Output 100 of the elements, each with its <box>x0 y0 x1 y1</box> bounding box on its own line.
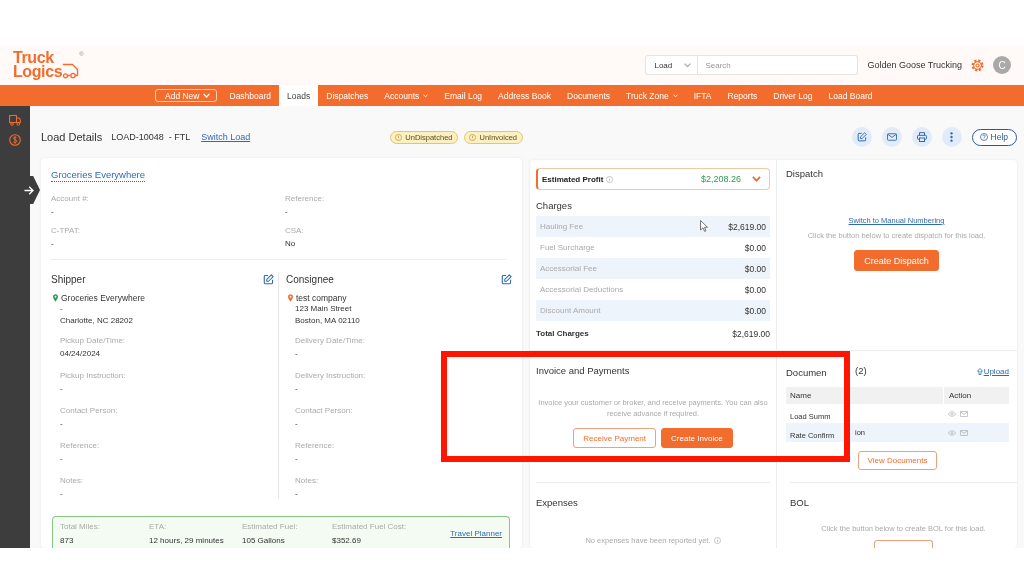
user-avatar[interactable]: C <box>993 56 1011 74</box>
section-heading: Dispatch <box>786 168 823 180</box>
truck-icon <box>62 61 81 79</box>
field-label: Pickup Instruction: <box>60 371 126 381</box>
search-scope-select[interactable]: Load <box>645 55 699 75</box>
field-value: No <box>285 239 296 249</box>
section-heading: Documen <box>786 367 827 378</box>
action-button[interactable]: Create Invoice <box>661 428 733 448</box>
mail-icon[interactable] <box>960 410 968 417</box>
action-button[interactable]: Receive Payment <box>573 428 657 448</box>
view-documents-button[interactable]: View Documents <box>857 451 938 470</box>
logo-wordmark: Truck Logics <box>13 51 63 79</box>
travel-planner-link[interactable]: Travel Planner <box>450 529 502 538</box>
edit-icon[interactable] <box>501 273 512 285</box>
nav-tab[interactable]: Email Log <box>436 85 491 106</box>
field-label: C-TPAT: <box>51 226 81 236</box>
field-value: - <box>51 239 54 249</box>
stop-name: Groceries Everywhere <box>61 292 146 303</box>
cut-off-button[interactable] <box>874 540 933 548</box>
nav-tab[interactable]: Dispatches <box>318 85 377 106</box>
charge-label: Accessorial Fee <box>540 264 597 273</box>
nav-tab[interactable]: Load Board <box>820 85 881 106</box>
charge-amount: $0.00 <box>744 263 766 274</box>
truck-icon[interactable] <box>9 114 21 126</box>
nav-tab[interactable]: Dashboard <box>221 85 280 106</box>
field-value: - <box>285 207 288 217</box>
profit-value: $2,208.26 <box>700 174 741 184</box>
field-value: 12 hours, 29 minutes <box>149 536 224 546</box>
info-icon <box>713 537 721 544</box>
field-value: - <box>295 349 298 359</box>
nav-tab[interactable]: Documents <box>559 85 619 106</box>
nav-tab[interactable]: Reports <box>719 85 766 106</box>
nav-tab[interactable]: Loads <box>279 85 319 106</box>
switch-load-link[interactable]: Switch Load <box>201 132 251 142</box>
create-dispatch-button[interactable]: Create Dispatch <box>854 250 939 271</box>
charge-label: Accessorial Deductions <box>540 285 624 294</box>
settings-icon[interactable] <box>971 58 984 72</box>
field-label: Notes: <box>60 476 84 486</box>
customer-name-link[interactable]: Groceries Everywhere <box>51 169 145 182</box>
field-label: Reference: <box>285 194 325 204</box>
field-value: - <box>295 454 298 464</box>
field-value: - <box>60 384 63 394</box>
upload-icon <box>976 367 983 375</box>
charge-label: Fuel Surcharge <box>540 243 595 252</box>
chevron-down-icon <box>202 93 210 98</box>
print-button[interactable] <box>911 127 932 147</box>
section-heading: Invoice and Payments <box>536 365 630 377</box>
field-label: Estimated Fuel: <box>242 522 298 532</box>
charge-label: Discount Amount <box>540 306 601 315</box>
field-value: - <box>295 489 298 499</box>
nav-tab[interactable]: Address Book <box>490 85 560 106</box>
field-label: Reference: <box>60 441 100 451</box>
document-count: (2) <box>855 365 867 377</box>
field-label: Contact Person: <box>295 406 353 416</box>
field-label: Delivery Date/Time: <box>295 336 365 346</box>
upload-link[interactable]: Upload <box>976 366 1009 376</box>
more-button[interactable] <box>941 127 962 147</box>
field-label: Notes: <box>295 476 319 486</box>
section-heading: BOL <box>790 497 809 509</box>
field-value: - <box>295 419 298 429</box>
address-line: - <box>60 303 63 315</box>
add-new-button[interactable]: Add New <box>155 89 217 102</box>
field-label: Reference: <box>295 441 335 451</box>
search-field[interactable]: Search <box>698 55 859 75</box>
nav-tab[interactable]: Driver Log <box>765 85 821 106</box>
arrow-right-icon <box>24 185 34 195</box>
company-name: Golden Goose Trucking <box>867 60 962 70</box>
field-value: - <box>51 207 54 217</box>
info-icon <box>606 175 614 183</box>
help-button[interactable]: Help <box>971 128 1017 146</box>
load-type: - FTL <box>168 132 191 142</box>
section-heading: Charges <box>536 200 572 212</box>
nav-tab[interactable]: Accounts <box>376 85 437 106</box>
address-line: Boston, MA 02110 <box>295 315 360 327</box>
mail-icon <box>886 132 897 142</box>
section-heading: Expenses <box>536 497 578 509</box>
field-value: - <box>60 419 63 429</box>
field-label: CSA: <box>285 226 304 236</box>
total-amount: $2,619.00 <box>732 328 770 339</box>
edit-button[interactable] <box>851 127 872 147</box>
edit-icon[interactable] <box>856 132 867 142</box>
chevron-down-icon <box>684 62 692 68</box>
field-label: Estimated Fuel Cost: <box>332 522 407 532</box>
mouse-pointer-icon <box>700 220 708 232</box>
column-header: Action <box>943 387 1009 404</box>
edit-icon[interactable] <box>263 273 274 285</box>
help-icon <box>979 133 988 141</box>
field-value: - <box>60 454 63 464</box>
chevron-down-icon[interactable] <box>752 176 761 182</box>
nav-tab[interactable]: IFTA <box>685 85 720 106</box>
page-title: Load Details <box>41 131 103 143</box>
field-label: Account #: <box>51 194 89 204</box>
nav-tab[interactable]: Truck Zone <box>618 85 686 106</box>
section-heading: Consignee <box>286 273 334 285</box>
charge-amount: $2,619.00 <box>728 221 766 232</box>
column-header: Name <box>789 391 812 400</box>
field-value: - <box>295 384 298 394</box>
email-button[interactable] <box>881 127 902 147</box>
address-line: 123 Main Street <box>295 303 352 315</box>
dollar-icon[interactable] <box>9 134 21 146</box>
